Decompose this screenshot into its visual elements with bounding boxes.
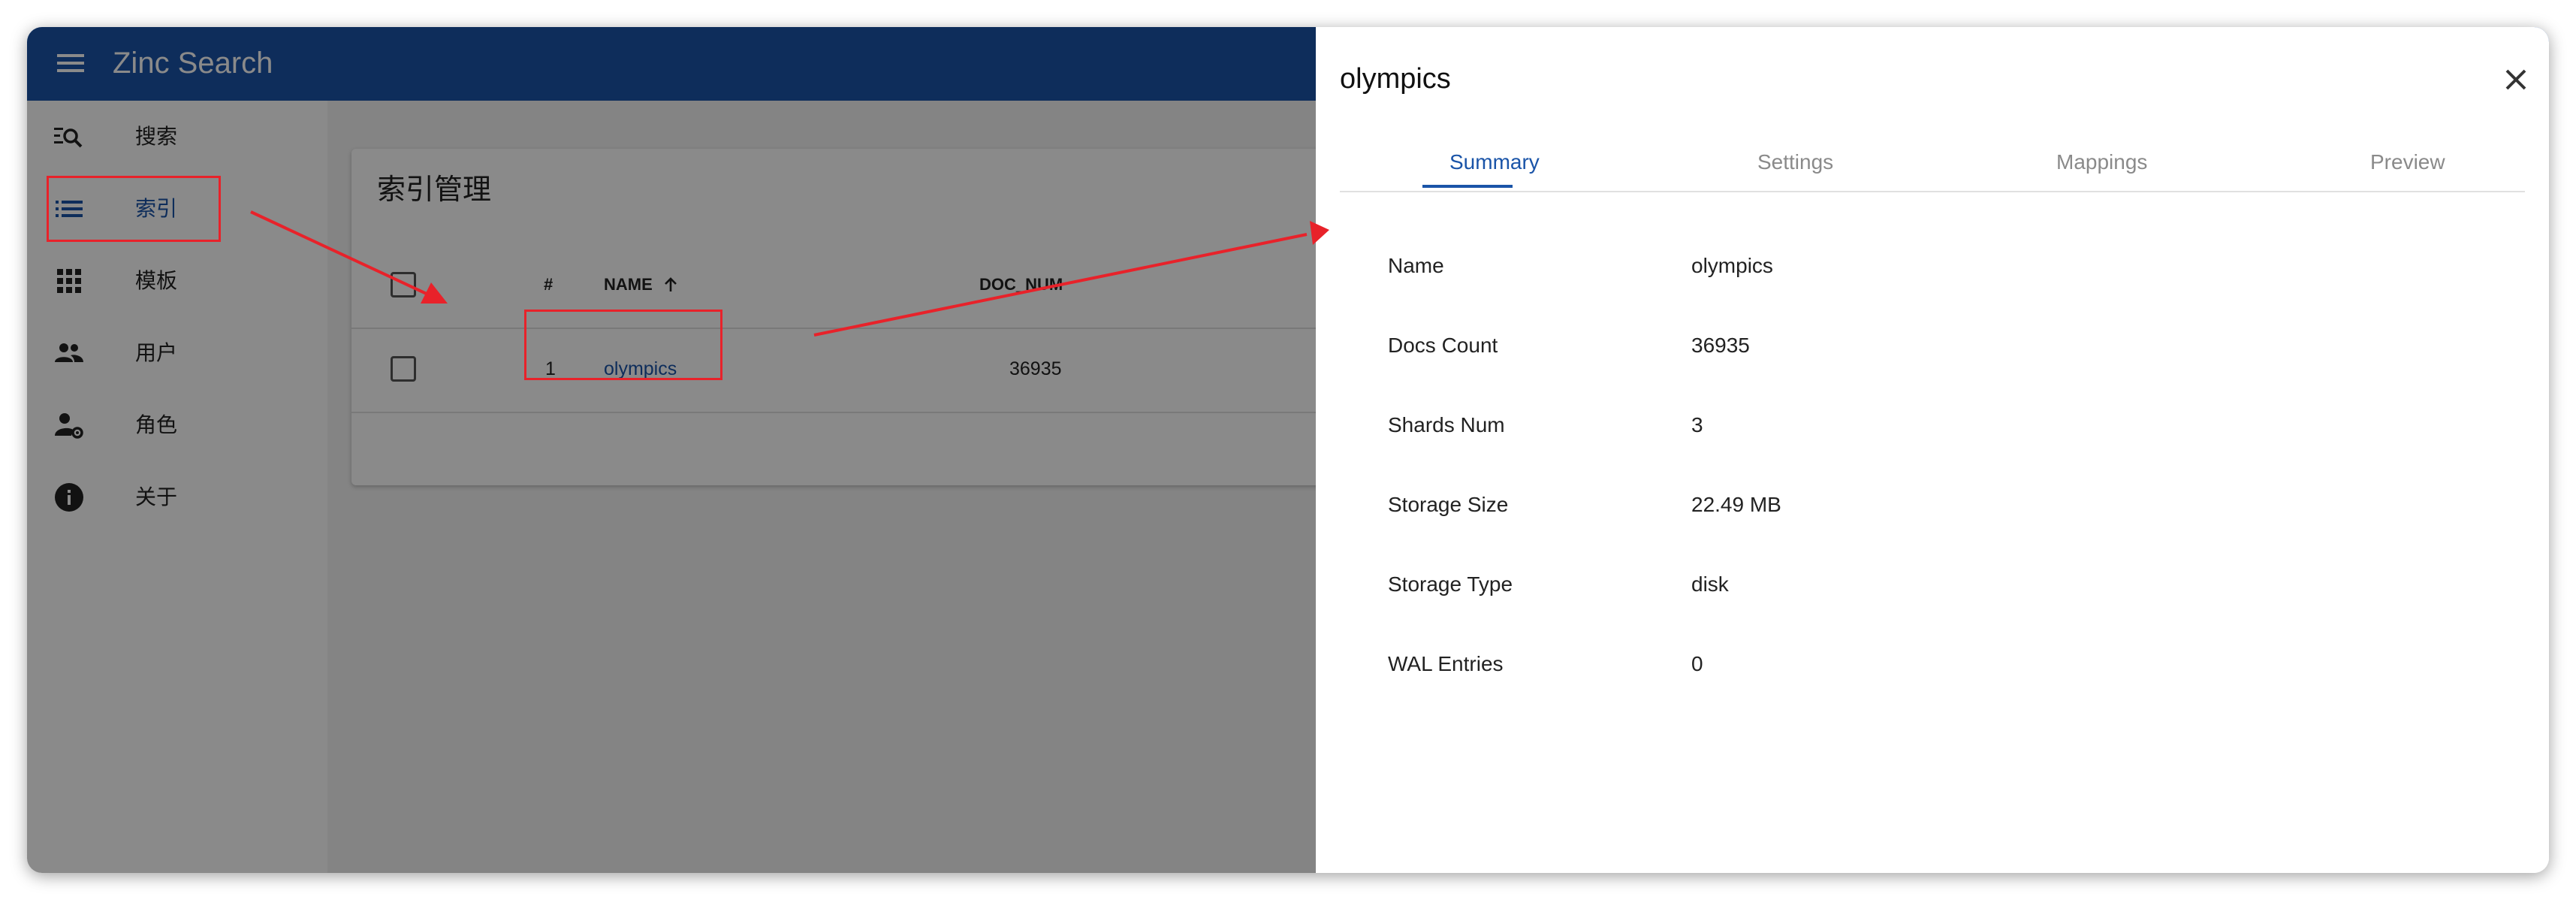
sidebar-item-users[interactable]: 用户 — [27, 317, 327, 389]
summary-value-name: olympics — [1691, 254, 1773, 277]
summary-value-docs-count: 36935 — [1691, 334, 1750, 357]
app-window: Zinc Search 搜索 索引 模板 用户 角色 关于 索引管理 # NAM… — [27, 27, 2549, 873]
search-list-icon — [53, 120, 86, 153]
close-icon[interactable] — [2501, 65, 2531, 95]
manage-accounts-icon — [53, 409, 86, 442]
list-icon — [53, 192, 86, 225]
tab-settings[interactable]: Settings — [1757, 147, 1833, 177]
sidebar-item-templates[interactable]: 模板 — [27, 245, 327, 317]
sidebar-item-label: 搜索 — [135, 125, 178, 148]
sidebar-item-label: 角色 — [135, 413, 178, 436]
tabs-divider — [1340, 191, 2525, 192]
summary-value-wal-entries: 0 — [1691, 652, 1703, 675]
column-header-num: # — [544, 275, 554, 294]
summary-label-wal-entries: WAL Entries — [1388, 652, 1504, 675]
sidebar-item-label: 索引 — [135, 197, 178, 220]
sidebar-item-label: 关于 — [135, 485, 178, 509]
row-doc-num: 36935 — [1009, 358, 1062, 379]
summary-value-storage-type: disk — [1691, 572, 1729, 596]
sidebar-item-search[interactable]: 搜索 — [27, 101, 327, 173]
arrow-up-icon[interactable] — [661, 275, 680, 294]
hamburger-menu-icon[interactable] — [56, 50, 86, 77]
info-icon — [53, 481, 86, 514]
summary-label-storage-type: Storage Type — [1388, 572, 1513, 596]
active-tab-indicator — [1422, 185, 1513, 188]
row-num: 1 — [545, 358, 556, 379]
index-name-link[interactable]: olympics — [604, 356, 677, 382]
select-all-checkbox[interactable] — [391, 272, 416, 297]
column-header-name[interactable]: NAME — [604, 273, 653, 296]
summary-label-docs-count: Docs Count — [1388, 334, 1498, 357]
sidebar-item-label: 模板 — [135, 269, 178, 292]
sidebar-item-about[interactable]: 关于 — [27, 461, 327, 533]
tab-preview[interactable]: Preview — [2370, 147, 2445, 177]
sidebar: 搜索 索引 模板 用户 角色 关于 — [27, 101, 327, 873]
summary-label-storage-size: Storage Size — [1388, 493, 1509, 516]
sidebar-item-roles[interactable]: 角色 — [27, 389, 327, 461]
row-checkbox[interactable] — [391, 356, 416, 382]
people-icon — [53, 337, 86, 370]
sidebar-item-index[interactable]: 索引 — [27, 173, 327, 245]
summary-value-storage-size: 22.49 MB — [1691, 493, 1781, 516]
tab-mappings[interactable]: Mappings — [2056, 147, 2147, 177]
tab-summary[interactable]: Summary — [1449, 147, 1540, 177]
summary-value-shards-num: 3 — [1691, 413, 1703, 436]
grid-icon — [53, 264, 86, 297]
page-title: 索引管理 — [377, 174, 492, 206]
summary-label-name: Name — [1388, 254, 1444, 277]
app-title: Zinc Search — [113, 47, 273, 80]
index-detail-drawer: olympics Summary Settings Mappings Previ… — [1316, 27, 2549, 873]
sidebar-item-label: 用户 — [135, 341, 178, 364]
column-header-doc-num: DOC_NUM — [979, 275, 1063, 294]
drawer-title: olympics — [1340, 63, 1451, 95]
summary-label-shards-num: Shards Num — [1388, 413, 1505, 436]
